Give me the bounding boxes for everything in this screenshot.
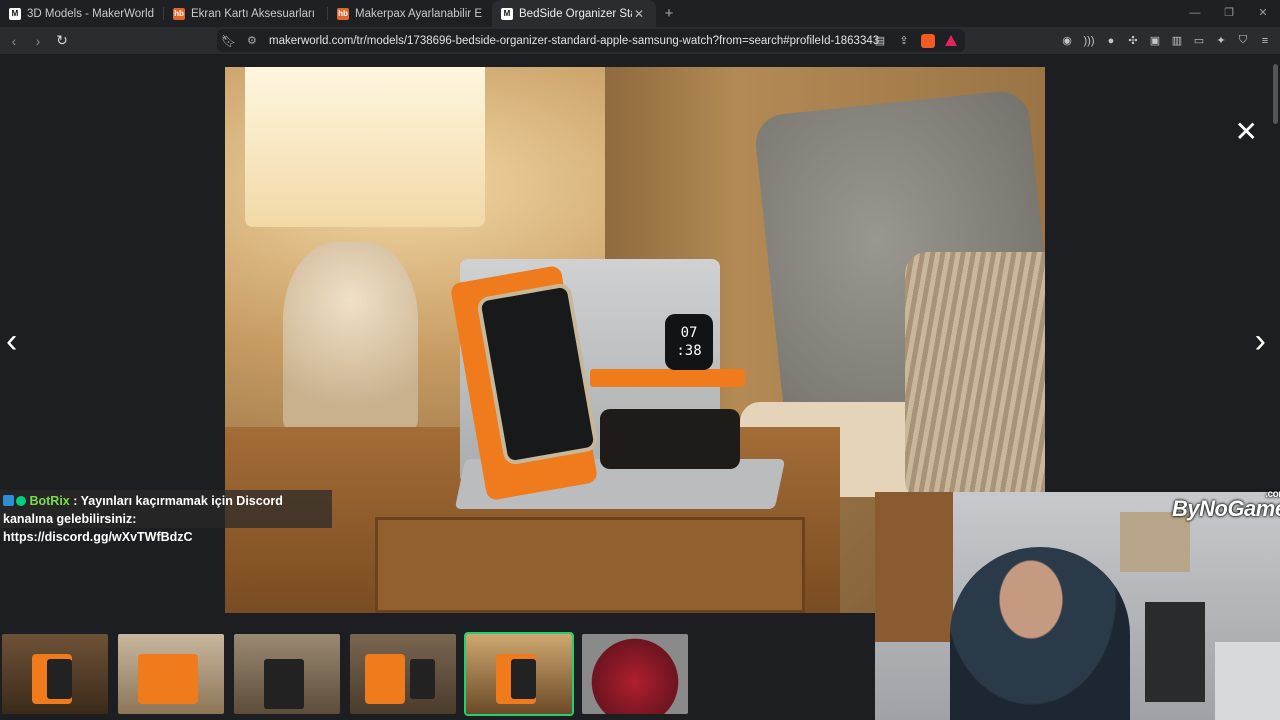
- next-image-icon[interactable]: ›: [1255, 322, 1266, 361]
- wallet-icon[interactable]: ▭: [1192, 34, 1206, 48]
- thumbnail-strip: [0, 632, 688, 716]
- tab-makerpax[interactable]: hb Makerpax Ayarlanabilir Ekran Kartı Tu: [328, 0, 492, 27]
- hb-icon: hb: [337, 7, 349, 20]
- extensions-area: ◉ ))) ● ✣ ▣ ▥ ▭ ✦ ⛉ ≡: [1060, 34, 1272, 48]
- reload-icon[interactable]: ↻: [52, 32, 72, 49]
- watch-time: 07 :38: [665, 314, 713, 370]
- tab-title: Makerpax Ayarlanabilir Ekran Kartı Tu: [355, 7, 482, 20]
- bookmark-icon[interactable]: 🔖︎: [221, 34, 236, 48]
- restore-icon[interactable]: ❐: [1212, 0, 1246, 27]
- forward-icon[interactable]: ›: [28, 33, 48, 49]
- close-viewer-icon[interactable]: ✕: [1235, 118, 1258, 146]
- vpn-icon[interactable]: ⛉: [1236, 34, 1250, 48]
- stream-chat-message: BotRix : Yayınları kaçırmamak için Disco…: [0, 490, 332, 544]
- window-controls: — ❐ ✕: [1178, 0, 1280, 27]
- lamp: [245, 67, 485, 227]
- brave-shields-icon[interactable]: [921, 33, 935, 48]
- bedside-organizer: 07 :38: [449, 259, 786, 509]
- reader-mode-icon[interactable]: ▤: [873, 34, 887, 48]
- tab-bedside-organizer[interactable]: M BedSide Organizer Standard (Ap ✕: [492, 0, 656, 27]
- stream-logo: ByNoGame .com: [1172, 489, 1280, 521]
- new-tab-button[interactable]: +: [656, 5, 682, 22]
- extensions-puzzle-icon[interactable]: ✣: [1126, 34, 1140, 48]
- bot-badge-icon: [3, 495, 14, 506]
- thumbnail-active[interactable]: [464, 632, 574, 716]
- browser-toolbar: ‹ › ↻ 🔖︎ ⚙ makerworld.com/tr/models/1738…: [0, 27, 1280, 54]
- url-text[interactable]: makerworld.com/tr/models/1738696-bedside…: [269, 35, 879, 47]
- streamer: [950, 547, 1130, 720]
- address-bar[interactable]: 🔖︎ ⚙ makerworld.com/tr/models/1738696-be…: [217, 29, 965, 52]
- back-icon[interactable]: ‹: [4, 33, 24, 49]
- minimize-icon[interactable]: —: [1178, 0, 1212, 27]
- tab-title: Ekran Kartı Aksesuarları - Fanları Moc: [191, 7, 318, 20]
- tab-3d-models[interactable]: M 3D Models - MakerWorld: [0, 0, 164, 27]
- previous-image-icon[interactable]: ‹: [6, 322, 17, 361]
- chat-username: BotRix: [29, 494, 70, 508]
- webcam-overlay: [875, 492, 1280, 720]
- extension-glasses-icon[interactable]: ◉: [1060, 34, 1074, 48]
- site-settings-icon[interactable]: ⚙: [247, 34, 261, 47]
- brave-rewards-icon[interactable]: [945, 35, 957, 46]
- menu-icon[interactable]: ≡: [1258, 34, 1272, 48]
- thumbnail[interactable]: [2, 634, 108, 714]
- thumbnail[interactable]: [350, 634, 456, 714]
- thumbnail[interactable]: [582, 634, 688, 714]
- makerworld-icon: M: [501, 7, 513, 20]
- extension-blue-icon[interactable]: ●: [1104, 34, 1118, 48]
- leo-ai-icon[interactable]: ✦: [1214, 34, 1228, 48]
- sidebar-icon[interactable]: ▥: [1170, 34, 1184, 48]
- tab-strip: M 3D Models - MakerWorld hb Ekran Kartı …: [0, 0, 1280, 27]
- tab-ekran-karti-aksesuarlari[interactable]: hb Ekran Kartı Aksesuarları - Fanları Mo…: [164, 0, 328, 27]
- thumbnail[interactable]: [234, 634, 340, 714]
- thumbnail[interactable]: [118, 634, 224, 714]
- close-tab-icon[interactable]: ✕: [632, 7, 646, 21]
- hb-icon: hb: [173, 7, 185, 20]
- share-icon[interactable]: ⇪: [897, 34, 911, 48]
- tab-title: 3D Models - MakerWorld: [27, 7, 154, 20]
- extension-audio-icon[interactable]: ))): [1082, 34, 1096, 48]
- tab-title: BedSide Organizer Standard (Ap: [519, 7, 632, 20]
- makerworld-icon: M: [9, 7, 21, 20]
- close-window-icon[interactable]: ✕: [1246, 0, 1280, 27]
- extension-box-icon[interactable]: ▣: [1148, 34, 1162, 48]
- verified-badge-icon: [16, 496, 26, 506]
